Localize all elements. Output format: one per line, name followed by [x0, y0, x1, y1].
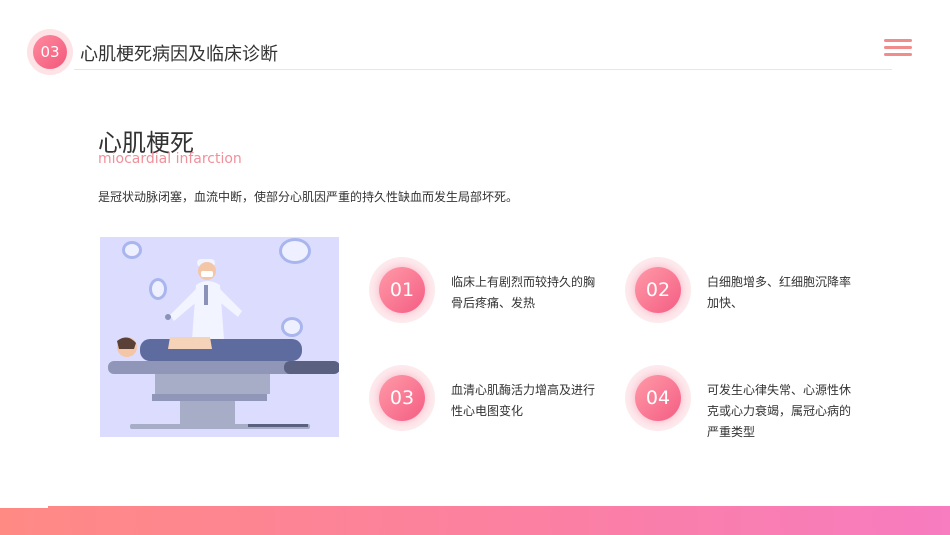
item-badge-03: 03 — [369, 365, 435, 431]
section-description: 是冠状动脉闭塞，血流中断，使部分心肌因严重的持久性缺血而发生局部坏死。 — [98, 190, 519, 204]
item-text-03: 血清心肌酶活力增高及进行性心电图变化 — [451, 383, 596, 418]
surgery-illustration — [100, 237, 339, 437]
item-text-01: 临床上有剧烈而较持久的胸骨后疼痛、发热 — [451, 275, 596, 310]
page-title: 心肌梗死病因及临床诊断 — [80, 44, 278, 65]
footer-gradient-bar — [0, 506, 950, 535]
section-subtitle: miocardial infarction — [98, 151, 242, 167]
item-text-02: 白细胞增多、红细胞沉降率加快、 — [707, 275, 852, 310]
hamburger-menu-icon[interactable] — [884, 39, 912, 59]
item-number: 02 — [635, 267, 681, 313]
item-badge-04: 04 — [625, 365, 691, 431]
section-number-badge: 03 — [27, 29, 73, 75]
item-number: 04 — [635, 375, 681, 421]
footer-accent-line — [0, 506, 48, 508]
section-number: 03 — [33, 35, 67, 69]
item-badge-01: 01 — [369, 257, 435, 323]
header-divider — [74, 69, 892, 70]
item-number: 01 — [379, 267, 425, 313]
item-number: 03 — [379, 375, 425, 421]
item-badge-02: 02 — [625, 257, 691, 323]
item-text-04: 可发生心律失常、心源性休克或心力衰竭，属冠心病的严重类型 — [707, 383, 852, 439]
